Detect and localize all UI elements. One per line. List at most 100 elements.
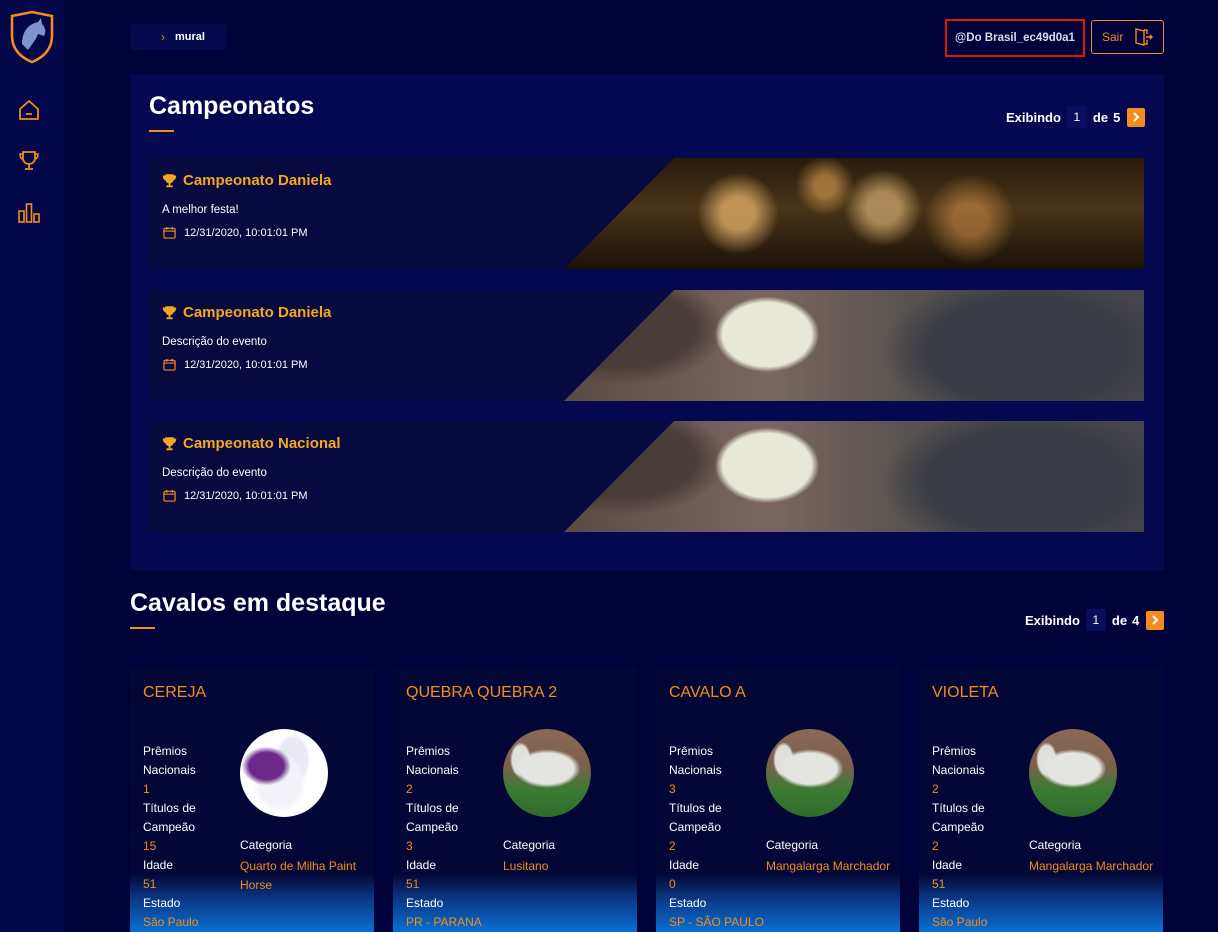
trophy-icon — [162, 305, 177, 319]
stat-label-campeao: Campeão — [932, 820, 985, 834]
stat-label-titulos: Títulos de — [406, 801, 459, 815]
logout-label: Sair — [1102, 30, 1124, 44]
stat-label-premios: Prêmios — [669, 744, 714, 758]
championship-name: Campeonato Daniela — [183, 172, 332, 189]
stat-value-idade: 51 — [143, 877, 157, 891]
stat-value-titulos: 15 — [143, 839, 157, 853]
championships-pager: Exibindo 1 de 5 — [1006, 106, 1146, 128]
stat-label-idade: Idade — [669, 858, 700, 872]
horses-pager: Exibindo 1 de 4 — [1025, 609, 1165, 631]
horse-card[interactable]: CEREJA Prêmios Nacionais 1 Títulos de Ca… — [130, 668, 374, 932]
category-label: Categoria — [1029, 838, 1082, 852]
user-handle[interactable]: @Do Brasil_ec49d0a1 — [945, 19, 1085, 57]
stat-value-estado: São Paulo — [932, 915, 988, 929]
category-label: Categoria — [240, 838, 293, 852]
category-value: Mangalarga Marchador — [1029, 859, 1154, 873]
horse-name: VIOLETA — [932, 684, 999, 701]
stat-label-nacionais: Nacionais — [143, 763, 196, 777]
stat-label-campeao: Campeão — [143, 820, 196, 834]
championship-description: Descrição do evento — [162, 336, 267, 348]
stat-label-idade: Idade — [406, 858, 437, 872]
stat-label-titulos: Títulos de — [669, 801, 722, 815]
championships-title: Campeonatos — [149, 92, 315, 120]
championship-image — [564, 158, 1144, 269]
horse-photo — [503, 729, 591, 817]
championship-image — [564, 421, 1144, 532]
stat-value-premios: 3 — [669, 782, 676, 796]
championship-description: Descrição do evento — [162, 467, 267, 479]
horse-photo — [240, 729, 328, 817]
category-value: Lusitano — [503, 859, 549, 873]
championship-image — [564, 290, 1144, 401]
horse-photo — [1029, 729, 1117, 817]
stat-label-campeao: Campeão — [669, 820, 722, 834]
championship-date: 12/31/2020, 10:01:01 PM — [184, 226, 308, 239]
sidebar — [0, 0, 64, 932]
championship-date: 12/31/2020, 10:01:01 PM — [184, 489, 308, 502]
stat-label-campeao: Campeão — [406, 820, 459, 834]
category-value: Mangalarga Marchador — [766, 859, 891, 873]
stat-value-idade: 51 — [932, 877, 946, 891]
home-icon[interactable] — [17, 98, 41, 122]
stat-label-titulos: Títulos de — [143, 801, 196, 815]
pager-current-page: 1 — [1066, 106, 1087, 128]
horse-logo-icon[interactable] — [8, 10, 56, 64]
stat-value-estado: São Paulo — [143, 915, 199, 929]
horse-photo — [766, 729, 854, 817]
stat-label-idade: Idade — [143, 858, 174, 872]
stat-value-titulos: 3 — [406, 839, 413, 853]
chevron-right-icon — [1152, 615, 1159, 625]
horse-name: CAVALO A — [669, 684, 746, 701]
stat-value-idade: 51 — [406, 877, 420, 891]
stat-value-estado: SP - SÃO PAULO — [669, 915, 764, 929]
horse-name: CEREJA — [143, 684, 207, 701]
trophy-icon[interactable] — [17, 149, 41, 173]
stat-value-premios: 2 — [406, 782, 413, 796]
horse-name: QUEBRA QUEBRA 2 — [406, 684, 558, 701]
trophy-icon — [162, 436, 177, 450]
logout-button[interactable]: Sair — [1091, 20, 1164, 54]
stat-label-estado: Estado — [406, 896, 444, 910]
category-value: Quarto de Milha Paint Horse — [240, 859, 357, 892]
stat-label-estado: Estado — [669, 896, 707, 910]
championship-card[interactable]: Campeonato Nacional Descrição do evento … — [149, 421, 1144, 532]
stat-label-nacionais: Nacionais — [406, 763, 459, 777]
title-underline — [130, 627, 155, 629]
horse-card[interactable]: QUEBRA QUEBRA 2 Prêmios Nacionais 2 Títu… — [393, 668, 637, 932]
pager-next-button[interactable] — [1127, 107, 1146, 127]
stat-label-idade: Idade — [932, 858, 963, 872]
stat-value-titulos: 2 — [932, 839, 939, 853]
calendar-icon — [163, 358, 176, 371]
chevron-right-icon — [1133, 112, 1140, 122]
championship-card[interactable]: Campeonato Daniela Descrição do evento 1… — [149, 290, 1144, 401]
horse-card[interactable]: VIOLETA Prêmios Nacionais 2 Títulos de C… — [919, 668, 1163, 932]
championship-name: Campeonato Daniela — [183, 304, 332, 321]
chevron-right-icon: › — [161, 30, 165, 44]
calendar-icon — [163, 489, 176, 502]
stat-label-nacionais: Nacionais — [669, 763, 722, 777]
stat-label-titulos: Títulos de — [932, 801, 985, 815]
exit-door-icon — [1135, 28, 1154, 46]
horse-card[interactable]: CAVALO A Prêmios Nacionais 3 Títulos de … — [656, 668, 900, 932]
horses-title: Cavalos em destaque — [130, 589, 386, 617]
category-label: Categoria — [503, 838, 556, 852]
stat-label-premios: Prêmios — [932, 744, 977, 758]
stat-value-titulos: 2 — [669, 839, 676, 853]
championship-description: A melhor festa! — [162, 204, 239, 216]
stat-label-nacionais: Nacionais — [932, 763, 985, 777]
bar-chart-icon[interactable] — [17, 201, 41, 225]
breadcrumb-current[interactable]: mural — [175, 31, 205, 43]
pager-showing-label: Exibindo — [1025, 612, 1080, 628]
stat-label-premios: Prêmios — [406, 744, 451, 758]
pager-total-pages: 5 — [1113, 109, 1121, 125]
championship-card[interactable]: Campeonato Daniela A melhor festa! 12/31… — [149, 158, 1144, 269]
stat-value-estado: PR - PARANA — [406, 915, 482, 929]
stat-label-estado: Estado — [143, 896, 181, 910]
pager-of-label: de — [1111, 612, 1128, 628]
title-underline — [149, 130, 174, 132]
breadcrumb: › mural — [130, 24, 226, 50]
pager-total-pages: 4 — [1132, 612, 1140, 628]
stat-label-premios: Prêmios — [143, 744, 188, 758]
pager-next-button[interactable] — [1146, 610, 1165, 630]
pager-of-label: de — [1092, 109, 1109, 125]
